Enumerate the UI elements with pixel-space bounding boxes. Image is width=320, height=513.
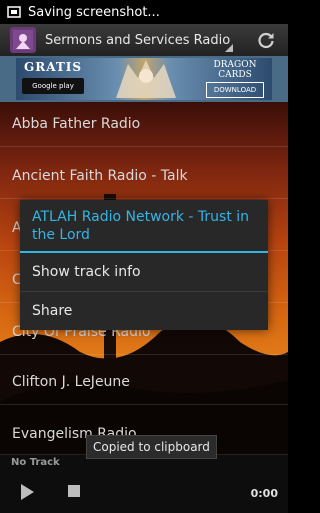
- refresh-icon[interactable]: [254, 28, 278, 52]
- context-menu-dialog: ATLAH Radio Network - Trust in the Lord …: [20, 200, 268, 330]
- dialog-title: ATLAH Radio Network - Trust in the Lord: [32, 209, 250, 243]
- screenshot-icon: [6, 4, 22, 20]
- category-spinner[interactable]: Sermons and Services Radio: [45, 24, 233, 56]
- ad-gratis-text: GRATIS: [24, 60, 83, 74]
- toast-message: Copied to clipboard: [86, 435, 217, 459]
- list-item[interactable]: Abba Father Radio: [0, 104, 288, 144]
- divider: [0, 198, 288, 199]
- play-icon[interactable]: [18, 483, 36, 501]
- list-item[interactable]: Ancient Faith Radio - Talk: [0, 156, 288, 196]
- ad-brand-text: DRAGON CARDS: [213, 60, 257, 80]
- status-text: Saving screenshot...: [28, 4, 160, 20]
- ad-banner[interactable]: GRATIS Google play DRAGON CARDS DOWNLOAD: [16, 58, 272, 100]
- ad-artwork: [116, 60, 176, 98]
- track-label: No Track: [11, 457, 60, 468]
- elapsed-time: 0:00: [250, 487, 278, 500]
- show-track-info-item[interactable]: Show track info: [20, 253, 268, 291]
- app-logo-icon[interactable]: [10, 27, 36, 53]
- divider: [0, 146, 288, 147]
- list-item[interactable]: Clifton J. LeJeune: [0, 362, 288, 402]
- share-item[interactable]: Share: [20, 292, 268, 330]
- divider: [0, 404, 288, 405]
- ad-download-button[interactable]: DOWNLOAD: [206, 82, 264, 98]
- action-bar: Sermons and Services Radio: [0, 24, 288, 56]
- stop-icon[interactable]: [68, 485, 80, 497]
- status-bar: Saving screenshot...: [0, 0, 288, 24]
- divider: [0, 354, 288, 355]
- google-play-badge: Google play: [22, 78, 84, 94]
- spinner-label: Sermons and Services Radio: [45, 32, 231, 48]
- spinner-indicator-icon: [225, 44, 233, 52]
- player-bar: No Track 0:00: [0, 454, 288, 513]
